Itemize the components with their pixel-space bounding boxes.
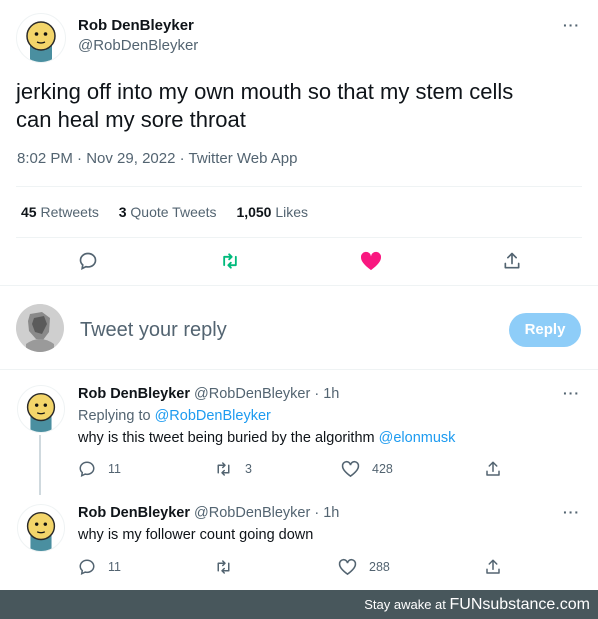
- retweet-count: 3: [245, 462, 252, 476]
- replying-to-handle[interactable]: @RobDenBleyker: [155, 408, 271, 424]
- more-options-icon[interactable]: ···: [563, 385, 580, 401]
- divider: [0, 369, 598, 370]
- like-icon: [338, 558, 357, 576]
- reply-count: 11: [108, 560, 121, 574]
- like-count: 428: [372, 462, 393, 476]
- author-name[interactable]: Rob DenBleyker: [78, 17, 194, 34]
- watermark-prefix: Stay awake at: [364, 597, 446, 612]
- reply-header: Rob DenBleyker @RobDenBleyker · 1h: [78, 505, 339, 521]
- divider: [16, 237, 582, 238]
- watermark-brand: FUNsubstance: [449, 596, 556, 613]
- separator-dot: ·: [179, 150, 185, 167]
- reply-action[interactable]: 11: [78, 558, 121, 576]
- reply-author-name[interactable]: Rob DenBleyker: [78, 505, 190, 521]
- cyanide-avatar-icon: [26, 392, 56, 432]
- like-icon: [341, 460, 360, 478]
- like-action[interactable]: 288: [338, 558, 390, 576]
- more-options-icon[interactable]: ···: [563, 504, 580, 520]
- reply-text: why is this tweet being buried by the al…: [78, 430, 455, 446]
- divider: [0, 285, 598, 286]
- share-icon[interactable]: [484, 557, 502, 582]
- reply-icon: [79, 461, 95, 478]
- tweet-time[interactable]: 8:02 PM: [17, 150, 73, 167]
- my-avatar[interactable]: [16, 304, 64, 352]
- like-icon[interactable]: [360, 251, 382, 276]
- reply-button[interactable]: Reply: [509, 313, 581, 347]
- reply-input[interactable]: Tweet your reply: [80, 319, 227, 342]
- reply-author-handle[interactable]: @RobDenBleyker: [194, 505, 310, 521]
- reply-age[interactable]: 1h: [323, 505, 339, 521]
- tweet-stats: 45 Retweets 3 Quote Tweets 1,050 Likes: [21, 204, 308, 220]
- reply-count: 11: [108, 462, 121, 476]
- default-profile-icon: [16, 304, 64, 352]
- reply-avatar[interactable]: [17, 385, 65, 433]
- retweet-icon[interactable]: [219, 251, 241, 276]
- cyanide-avatar-icon: [26, 21, 56, 62]
- watermark-text: Stay awake at FUNsubstance.com: [364, 596, 590, 614]
- reply-icon: [79, 559, 95, 576]
- thread-line: [39, 435, 41, 495]
- reply-text-body: why is this tweet being buried by the al…: [78, 430, 375, 446]
- reply-text: why is my follower count going down: [78, 527, 314, 543]
- divider: [16, 186, 582, 187]
- tweet-meta: 8:02 PM · Nov 29, 2022 · Twitter Web App: [17, 150, 297, 167]
- retweet-icon: [217, 462, 230, 476]
- retweet-icon: [217, 560, 230, 574]
- tweet-date[interactable]: Nov 29, 2022: [86, 150, 175, 167]
- reply-action[interactable]: 11: [78, 460, 121, 478]
- share-icon[interactable]: [484, 459, 502, 484]
- cyanide-avatar-icon: [26, 511, 56, 551]
- tweet-text-line-2: can heal my sore throat: [16, 107, 246, 132]
- watermark-suffix: .com: [555, 596, 590, 613]
- replying-to-label: Replying to: [78, 408, 151, 424]
- author-handle[interactable]: @RobDenBleyker: [78, 37, 198, 54]
- watermark-bar: Stay awake at FUNsubstance.com: [0, 590, 598, 619]
- reply-header: Rob DenBleyker @RobDenBleyker · 1h: [78, 386, 339, 402]
- share-icon[interactable]: [502, 250, 522, 277]
- retweet-action[interactable]: [214, 558, 233, 576]
- more-options-icon[interactable]: ···: [563, 17, 580, 33]
- like-count: 288: [369, 560, 390, 574]
- reply-author-handle[interactable]: @RobDenBleyker: [194, 386, 310, 402]
- reply-avatar[interactable]: [17, 504, 65, 552]
- quotes-count: 3: [118, 204, 127, 220]
- tweet-source[interactable]: Twitter Web App: [189, 150, 298, 167]
- quotes-label: Quote Tweets: [130, 204, 217, 220]
- retweet-action[interactable]: 3: [214, 460, 252, 478]
- retweets-stat[interactable]: 45 Retweets: [21, 204, 103, 220]
- retweets-label: Retweets: [40, 204, 99, 220]
- separator-dot: ·: [77, 150, 83, 167]
- author-avatar[interactable]: [16, 13, 66, 63]
- mention-link[interactable]: @elonmusk: [379, 430, 456, 446]
- quotes-stat[interactable]: 3 Quote Tweets: [119, 204, 221, 220]
- likes-count: 1,050: [236, 204, 272, 220]
- separator-dot: ·: [314, 386, 320, 402]
- tweet-text-line-1: jerking off into my own mouth so that my…: [16, 79, 514, 104]
- reply-icon[interactable]: [78, 251, 98, 276]
- replying-to: Replying to @RobDenBleyker: [78, 408, 271, 424]
- tweet-text: jerking off into my own mouth so that my…: [16, 78, 513, 134]
- like-action[interactable]: 428: [341, 460, 393, 478]
- reply-age[interactable]: 1h: [323, 386, 339, 402]
- reply-author-name[interactable]: Rob DenBleyker: [78, 386, 190, 402]
- likes-stat[interactable]: 1,050 Likes: [236, 204, 308, 220]
- separator-dot: ·: [314, 505, 320, 521]
- retweets-count: 45: [21, 204, 37, 220]
- likes-label: Likes: [275, 204, 309, 220]
